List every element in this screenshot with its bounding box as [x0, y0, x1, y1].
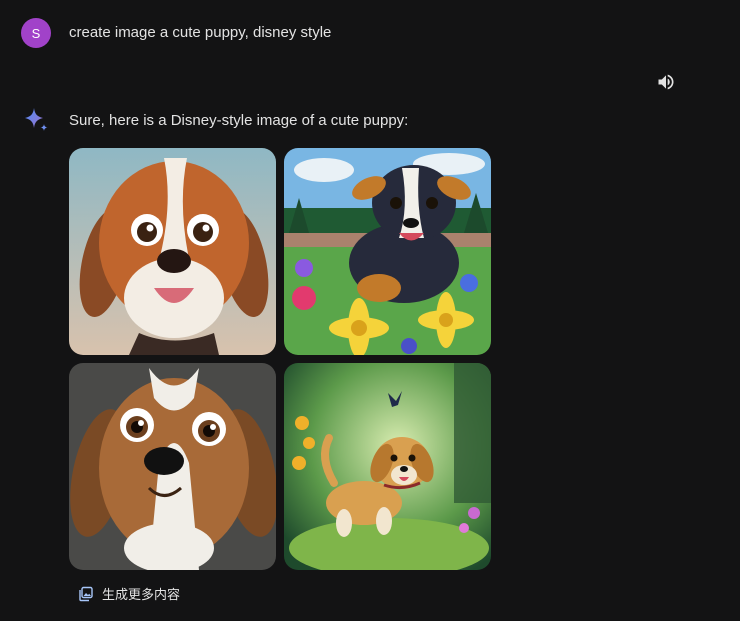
generate-more-button[interactable]: 生成更多内容 [78, 584, 180, 603]
speaker-icon [658, 74, 674, 90]
puppy-image-3 [69, 363, 276, 570]
puppy-image-4 [284, 363, 491, 570]
image-tile-1[interactable] [69, 148, 276, 355]
read-aloud-button[interactable] [654, 70, 678, 94]
avatar-letter: S [31, 25, 41, 41]
chat-page: S create image a cute puppy, disney styl… [0, 0, 740, 621]
image-stack-icon [79, 586, 93, 601]
generate-more-label: 生成更多内容 [102, 587, 181, 602]
response-text: Sure, here is a Disney-style image of a … [69, 112, 409, 129]
puppy-image-2 [284, 148, 491, 355]
user-avatar: S [21, 18, 51, 48]
gemini-sparkle-icon [25, 108, 48, 131]
image-grid [69, 148, 491, 570]
user-prompt: create image a cute puppy, disney style [69, 24, 332, 41]
image-tile-3[interactable] [69, 363, 276, 570]
image-tile-2[interactable] [284, 148, 491, 355]
puppy-image-1 [69, 148, 276, 355]
image-tile-4[interactable] [284, 363, 491, 570]
